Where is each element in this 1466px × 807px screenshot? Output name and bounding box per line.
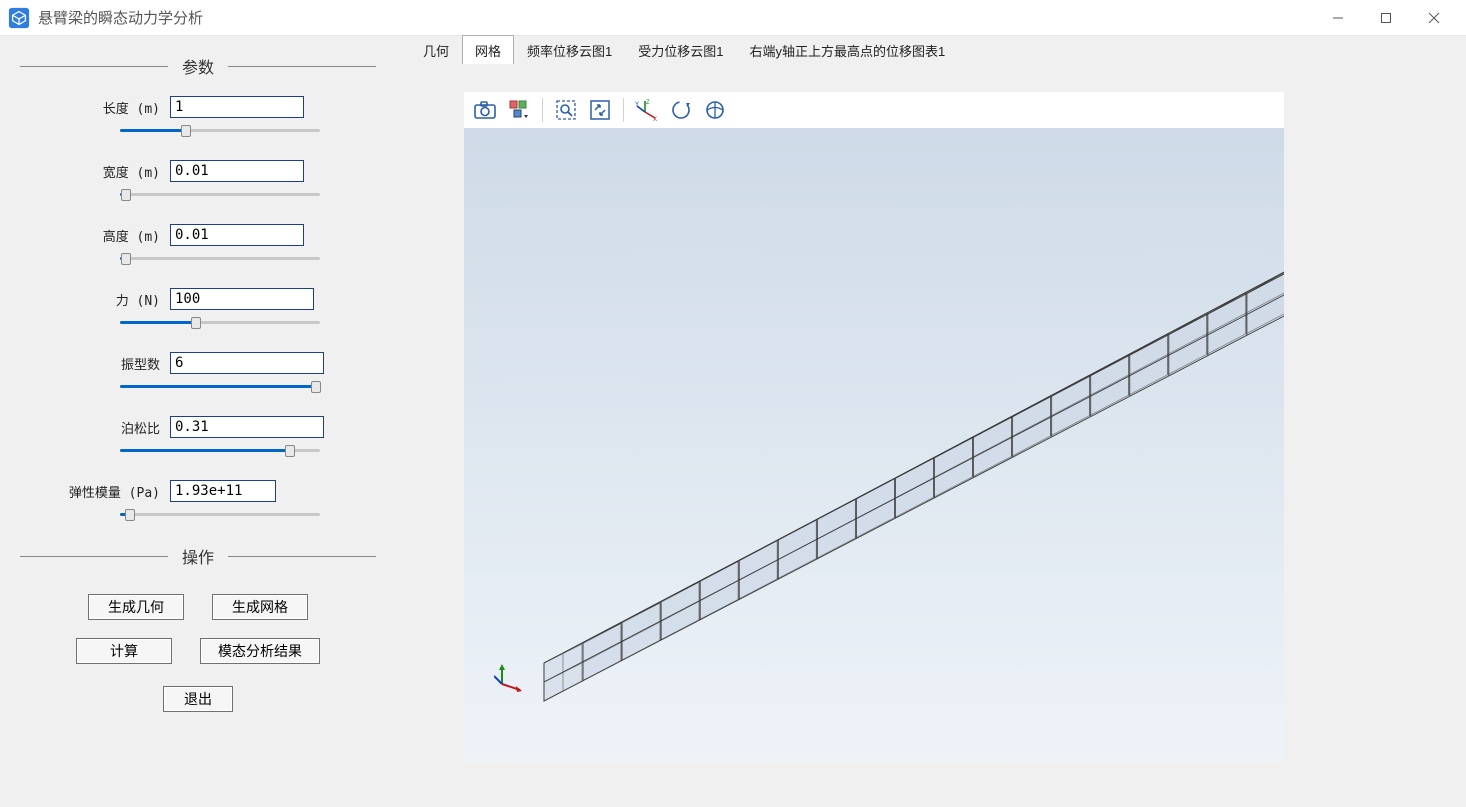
svg-text:Y: Y [635,102,639,108]
param-young: 弹性模量 (Pa) [20,480,376,522]
maximize-button[interactable] [1362,0,1410,36]
camera-icon[interactable] [470,95,500,125]
width-input[interactable] [170,160,304,182]
zoom-box-icon[interactable] [551,95,581,125]
length-label: 长度 (m) [20,98,170,117]
length-slider[interactable] [120,122,320,138]
param-height: 高度 (m) [20,224,376,266]
tab-tip-disp-chart[interactable]: 右端y轴正上方最高点的位移图表1 [737,35,959,64]
actions-panel: 生成几何 生成网格 计算 模态分析结果 [20,586,376,672]
viewport-toolbar: Z Y X [464,92,1284,128]
height-slider[interactable] [120,250,320,266]
app-icon [8,7,30,29]
minimize-button[interactable] [1314,0,1362,36]
width-label: 宽度 (m) [20,162,170,181]
width-slider[interactable] [120,186,320,202]
actions-section-header: 操作 [20,544,376,568]
close-button[interactable] [1410,0,1458,36]
poisson-input[interactable] [170,416,324,438]
param-length: 长度 (m) [20,96,376,138]
param-force: 力 (N) [20,288,376,330]
orbit-icon[interactable] [700,95,730,125]
axis-triad-icon [494,662,524,692]
height-label: 高度 (m) [20,226,170,245]
titlebar: 悬臂梁的瞬态动力学分析 [0,0,1466,36]
force-slider[interactable] [120,314,320,330]
param-width: 宽度 (m) [20,160,376,202]
generate-mesh-button[interactable]: 生成网格 [212,594,308,620]
length-input[interactable] [170,96,304,118]
tabs: 几何 网格 频率位移云图1 受力位移云图1 右端y轴正上方最高点的位移图表1 [396,36,1466,64]
poisson-slider[interactable] [120,442,320,458]
graphics-viewport[interactable]: Z Y X [464,92,1284,762]
svg-text:Z: Z [646,100,650,106]
sidebar: 参数 长度 (m) 宽度 (m) [0,36,396,807]
svg-text:X: X [653,117,657,122]
modes-slider[interactable] [120,378,320,394]
generate-geometry-button[interactable]: 生成几何 [88,594,184,620]
tab-geometry[interactable]: 几何 [410,35,462,64]
force-label: 力 (N) [20,290,170,309]
window-title: 悬臂梁的瞬态动力学分析 [38,7,203,28]
young-label: 弹性模量 (Pa) [20,482,170,501]
zoom-extents-icon[interactable] [585,95,615,125]
params-section-header: 参数 [20,54,376,78]
modes-label: 振型数 [20,354,170,373]
param-modes: 振型数 [20,352,376,394]
params-title: 参数 [168,54,228,78]
tab-mesh[interactable]: 网格 [462,35,514,64]
window-controls [1314,0,1458,36]
tab-freq-disp[interactable]: 频率位移云图1 [514,35,625,64]
scene-select-icon[interactable] [504,95,534,125]
actions-title: 操作 [168,544,228,568]
force-input[interactable] [170,288,314,310]
exit-button[interactable]: 退出 [163,686,233,712]
modes-input[interactable] [170,352,324,374]
axes-icon[interactable]: Z Y X [632,95,662,125]
tab-force-disp[interactable]: 受力位移云图1 [625,35,736,64]
poisson-label: 泊松比 [20,418,170,437]
young-slider[interactable] [120,506,320,522]
param-poisson: 泊松比 [20,416,376,458]
mesh-render [464,128,1284,762]
young-input[interactable] [170,480,276,502]
compute-button[interactable]: 计算 [76,638,172,664]
content-area: 几何 网格 频率位移云图1 受力位移云图1 右端y轴正上方最高点的位移图表1 [396,36,1466,807]
modal-results-button[interactable]: 模态分析结果 [200,638,320,664]
rotate-icon[interactable] [666,95,696,125]
height-input[interactable] [170,224,304,246]
